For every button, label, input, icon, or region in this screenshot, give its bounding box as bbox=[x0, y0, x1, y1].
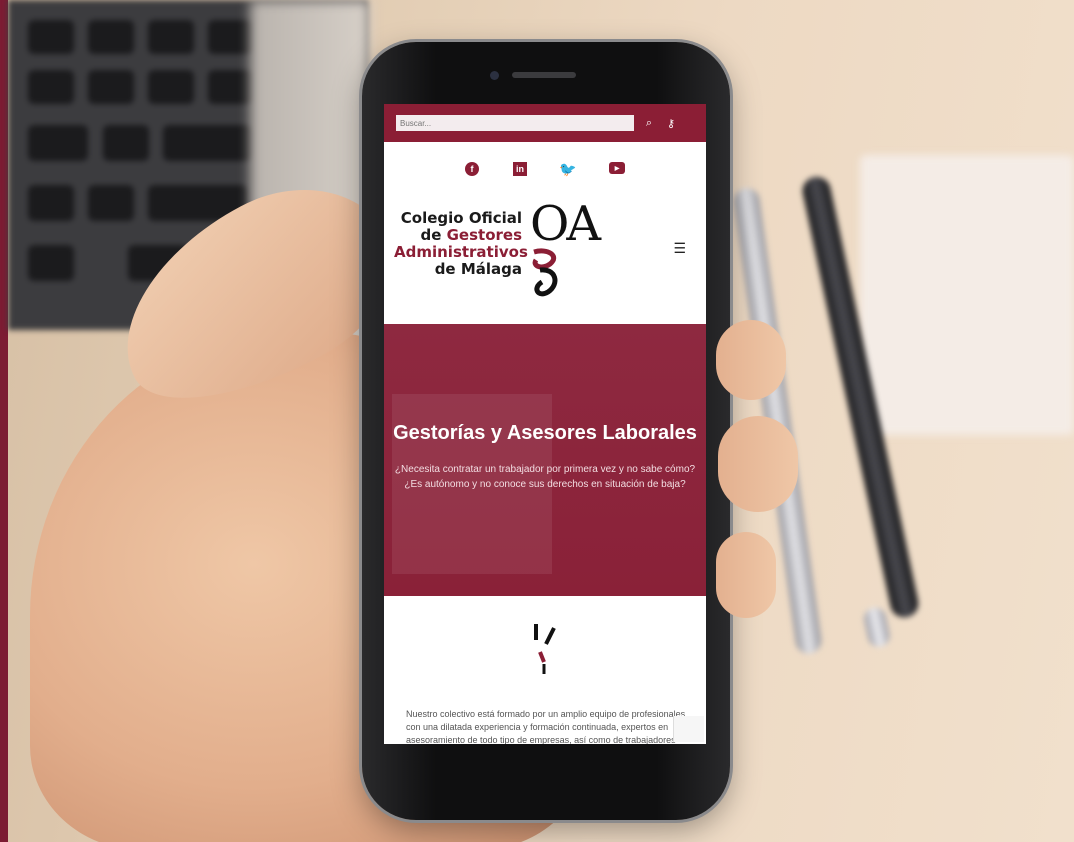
hero-banner: Gestorías y Asesores Laborales ¿Necesita… bbox=[384, 324, 706, 596]
search-input[interactable] bbox=[396, 115, 634, 131]
linkedin-icon[interactable]: in bbox=[513, 162, 527, 176]
smartphone: ⌕ ⚷ f in 🐦 ▶ Colegio Oficial de Gestores… bbox=[362, 42, 730, 820]
social-links: f in 🐦 ▶ bbox=[384, 161, 706, 177]
facebook-icon[interactable]: f bbox=[465, 162, 479, 176]
search-icon[interactable]: ⌕ bbox=[642, 117, 656, 130]
site-logo-text[interactable]: Colegio Oficial de Gestores Administrati… bbox=[394, 209, 528, 278]
hand-finger-3 bbox=[716, 532, 776, 618]
photo-scene: ⌕ ⚷ f in 🐦 ▶ Colegio Oficial de Gestores… bbox=[0, 0, 1074, 842]
logo-line-2: de Gestores bbox=[420, 226, 522, 244]
logo-line-4: de Málaga bbox=[434, 260, 522, 278]
logo-partial-icon bbox=[534, 624, 556, 674]
front-camera bbox=[490, 71, 499, 80]
earpiece-speaker bbox=[512, 72, 576, 78]
hamburger-menu-icon[interactable]: ☰ bbox=[673, 240, 686, 257]
intro-section: Nuestro colectivo está formado por un am… bbox=[384, 596, 706, 744]
hand-finger-1 bbox=[716, 320, 786, 400]
hero-title: Gestorías y Asesores Laborales bbox=[393, 422, 697, 444]
key-icon[interactable]: ⚷ bbox=[664, 117, 678, 130]
logo-g-symbol-icon bbox=[532, 248, 558, 297]
site-header: Colegio Oficial de Gestores Administrati… bbox=[384, 176, 706, 316]
logo-oa-letters: OA bbox=[530, 196, 601, 252]
pen-tip bbox=[862, 605, 892, 650]
recaptcha-badge[interactable] bbox=[673, 716, 704, 742]
top-bar: ⌕ ⚷ bbox=[384, 104, 706, 142]
logo-mark[interactable]: OA bbox=[530, 200, 610, 310]
hand-finger-2 bbox=[718, 416, 798, 512]
phone-screen: ⌕ ⚷ f in 🐦 ▶ Colegio Oficial de Gestores… bbox=[384, 104, 706, 744]
intro-text: Nuestro colectivo está formado por un am… bbox=[406, 709, 686, 744]
paper-note bbox=[860, 155, 1074, 435]
hero-subtitle: ¿Necesita contratar un trabajador por pr… bbox=[394, 464, 696, 490]
left-brand-strip bbox=[0, 0, 8, 842]
twitter-icon[interactable]: 🐦 bbox=[559, 161, 576, 177]
youtube-icon[interactable]: ▶ bbox=[609, 162, 625, 174]
logo-line-1: Colegio Oficial bbox=[400, 209, 522, 227]
logo-line-3: Administrativos bbox=[394, 243, 528, 261]
